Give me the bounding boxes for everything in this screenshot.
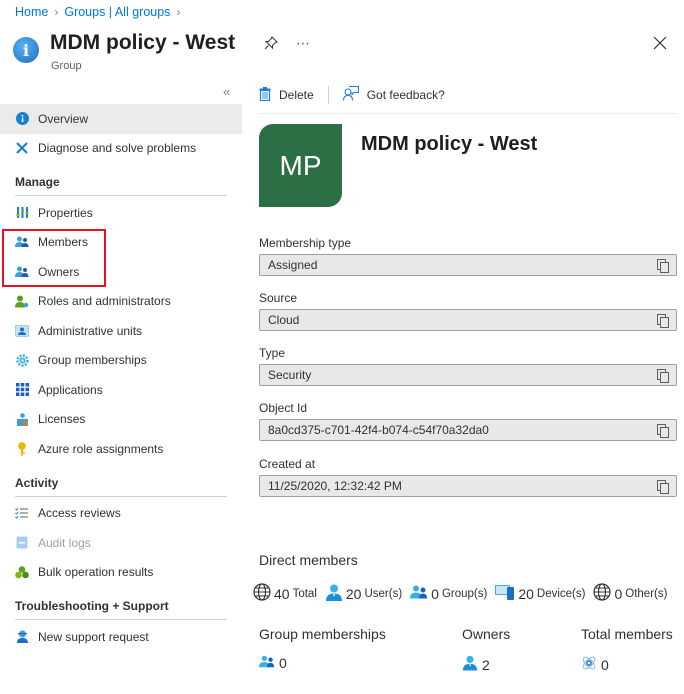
copy-icon[interactable] xyxy=(657,314,669,328)
sidebar-item-audit-logs[interactable]: Audit logs xyxy=(0,528,242,558)
toolbar-separator xyxy=(327,86,329,104)
page-title: MDM policy - West xyxy=(50,31,236,54)
collapse-sidebar-icon[interactable]: « xyxy=(223,84,230,99)
direct-members-total[interactable]: 40 Total xyxy=(253,583,317,604)
owners-label: Owners xyxy=(462,626,511,642)
key-icon xyxy=(15,441,29,456)
breadcrumb: Home › Groups | All groups › xyxy=(15,5,180,19)
wrench-icon xyxy=(15,141,29,155)
toolbar: Delete Got feedback? xyxy=(259,85,445,104)
sidebar-item-bulk-operations[interactable]: Bulk operation results xyxy=(0,558,242,588)
owners-stat[interactable]: 2 xyxy=(462,655,490,674)
group-memberships-label: Group memberships xyxy=(259,626,386,642)
bulk-icon xyxy=(15,565,29,579)
gear-icon xyxy=(15,353,29,367)
copy-icon[interactable] xyxy=(657,259,669,273)
log-icon xyxy=(15,536,29,550)
chevron-right-icon: › xyxy=(176,5,181,19)
breadcrumb-groups[interactable]: Groups | All groups xyxy=(64,5,170,19)
toolbar-divider xyxy=(259,113,677,114)
apps-grid-icon xyxy=(15,383,29,397)
highlight-box xyxy=(2,229,106,287)
globe-icon xyxy=(593,583,612,604)
licenses-icon xyxy=(15,412,29,426)
pin-icon[interactable] xyxy=(264,36,278,53)
support-icon xyxy=(15,630,29,644)
properties-icon xyxy=(15,206,29,220)
breadcrumb-home[interactable]: Home xyxy=(15,5,48,19)
info-icon xyxy=(15,112,29,126)
direct-members-groups[interactable]: 0 Group(s) xyxy=(410,585,487,602)
total-members-stat[interactable]: 0 xyxy=(581,655,609,674)
info-icon: i xyxy=(13,37,39,63)
feedback-button[interactable]: Got feedback? xyxy=(342,85,445,104)
sidebar-item-admin-units[interactable]: Administrative units xyxy=(0,316,242,346)
close-icon[interactable] xyxy=(653,34,667,55)
delete-button[interactable]: Delete xyxy=(259,86,314,104)
sidebar-item-access-reviews[interactable]: Access reviews xyxy=(0,499,242,529)
sidebar-item-roles[interactable]: Roles and administrators xyxy=(0,287,242,317)
section-manage: Manage xyxy=(15,175,60,189)
created-at-label: Created at xyxy=(259,457,316,471)
direct-members-devices[interactable]: 20 Device(s) xyxy=(495,584,585,603)
sidebar-item-overview[interactable]: Overview xyxy=(0,104,242,134)
divider xyxy=(15,495,227,497)
total-members-icon xyxy=(581,655,597,674)
type-label: Type xyxy=(259,346,286,360)
trash-icon xyxy=(259,86,271,104)
group-icon xyxy=(410,585,428,602)
group-memberships-stat[interactable]: 0 xyxy=(259,655,287,671)
sidebar-item-new-support-request[interactable]: New support request xyxy=(0,622,242,652)
page-subtitle: Group xyxy=(51,60,82,72)
device-icon xyxy=(495,584,515,603)
copy-icon[interactable] xyxy=(657,480,669,494)
section-troubleshooting: Troubleshooting + Support xyxy=(15,599,169,613)
source-field[interactable]: Cloud xyxy=(259,309,677,331)
membership-type-field[interactable]: Assigned xyxy=(259,254,677,276)
roles-icon xyxy=(15,294,29,308)
type-field[interactable]: Security xyxy=(259,364,677,386)
created-at-field[interactable]: 11/25/2020, 12:32:42 PM xyxy=(259,475,677,497)
entity-name: MDM policy - West xyxy=(361,133,538,155)
sidebar-item-properties[interactable]: Properties xyxy=(0,198,242,228)
source-label: Source xyxy=(259,291,298,305)
sidebar-item-applications[interactable]: Applications xyxy=(0,375,242,405)
copy-icon[interactable] xyxy=(657,424,669,438)
sidebar-item-group-memberships[interactable]: Group memberships xyxy=(0,346,242,376)
checklist-icon xyxy=(15,506,29,520)
sidebar-item-diagnose[interactable]: Diagnose and solve problems xyxy=(0,134,242,164)
sidebar-item-licenses[interactable]: Licenses xyxy=(0,405,242,435)
direct-members-row: 40 Total 20 User(s) 0 Group(s) 20 Device… xyxy=(253,583,675,604)
object-id-label: Object Id xyxy=(259,401,308,415)
group-icon xyxy=(259,655,275,671)
section-activity: Activity xyxy=(15,475,59,490)
divider xyxy=(15,195,227,196)
user-icon xyxy=(462,655,478,674)
membership-type-label: Membership type xyxy=(259,236,352,250)
admin-units-icon xyxy=(15,324,29,338)
object-id-field[interactable]: 8a0cd375-c701-42f4-b074-c54f70a32da0 xyxy=(259,419,677,441)
sidebar-item-azure-roles[interactable]: Azure role assignments xyxy=(0,434,242,464)
feedback-icon xyxy=(342,85,359,104)
total-members-label: Total members xyxy=(581,626,673,642)
direct-members-title: Direct members xyxy=(259,552,358,568)
copy-icon[interactable] xyxy=(657,369,669,383)
direct-members-users[interactable]: 20 User(s) xyxy=(325,584,402,604)
direct-members-others[interactable]: 0 Other(s) xyxy=(593,583,667,604)
user-icon xyxy=(325,584,343,604)
sidebar: Overview Diagnose and solve problems Man… xyxy=(0,104,242,652)
divider xyxy=(15,619,227,620)
more-options-icon[interactable]: ⋯ xyxy=(296,35,311,52)
group-avatar: MP xyxy=(259,124,342,207)
chevron-right-icon: › xyxy=(54,5,59,19)
globe-icon xyxy=(253,583,271,604)
